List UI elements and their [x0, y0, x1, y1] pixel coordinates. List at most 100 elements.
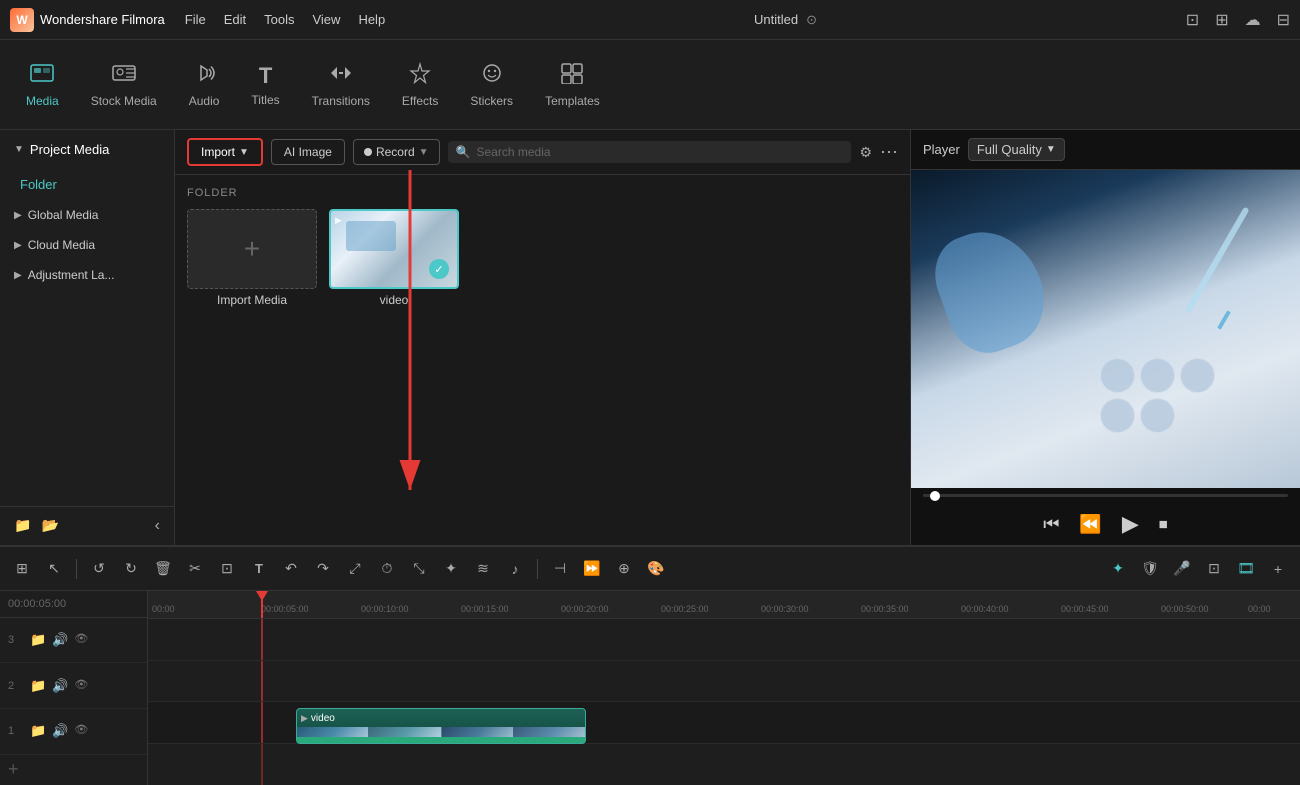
- add-track-button-side[interactable]: +: [0, 755, 147, 785]
- folder-section-label: FOLDER: [187, 187, 898, 199]
- captions-button[interactable]: ⊡: [1200, 555, 1228, 583]
- ruler-tick-10: 00:00:50:00: [1161, 604, 1209, 614]
- toolbar-templates[interactable]: Templates: [529, 54, 616, 116]
- redo-button[interactable]: ↻: [117, 555, 145, 583]
- color-button[interactable]: 🎨: [642, 555, 670, 583]
- sidebar-item-global-media[interactable]: ▶ Global Media: [0, 200, 174, 230]
- track-3-visibility-icon[interactable]: 👁: [74, 632, 88, 648]
- playhead-line: [261, 591, 263, 618]
- templates-label: Templates: [545, 94, 600, 108]
- track-2-visibility-icon[interactable]: 👁: [74, 678, 88, 694]
- effects-icon: [408, 62, 432, 90]
- text-button[interactable]: T: [245, 555, 273, 583]
- sidebar-collapse-arrow[interactable]: ▼: [14, 144, 24, 155]
- sidebar-item-cloud-media[interactable]: ▶ Cloud Media: [0, 230, 174, 260]
- add-track-button[interactable]: +: [1264, 555, 1292, 583]
- preview-header: Player Full Quality ▼: [911, 130, 1300, 170]
- play-button[interactable]: ▶: [1122, 511, 1139, 537]
- toolbar-audio[interactable]: Audio: [173, 54, 236, 116]
- cut-button[interactable]: ✂: [181, 555, 209, 583]
- delete-button[interactable]: 🗑: [149, 555, 177, 583]
- sidebar-item-folder[interactable]: Folder: [0, 169, 174, 200]
- crop-button[interactable]: ⊡: [213, 555, 241, 583]
- magic-wand-button[interactable]: ✦: [437, 555, 465, 583]
- toolbar-stickers[interactable]: Stickers: [454, 54, 529, 116]
- menu-file[interactable]: File: [185, 12, 206, 27]
- progress-thumb[interactable]: [930, 491, 940, 501]
- import-media-item[interactable]: + Import Media: [187, 209, 317, 307]
- audio-eq-button[interactable]: ♪: [501, 555, 529, 583]
- chevron-right-icon: ▶: [14, 210, 22, 221]
- tracks-area[interactable]: 00:00 00:00:05:00 00:00:10:00 00:00:15:0…: [148, 591, 1300, 785]
- video-clip[interactable]: ▶ video: [296, 708, 586, 744]
- import-folder-icon[interactable]: 📂: [41, 517, 58, 535]
- search-input[interactable]: [477, 145, 844, 159]
- grid-layout-icon[interactable]: ⊟: [1277, 10, 1290, 30]
- new-folder-icon[interactable]: 📁: [14, 517, 31, 535]
- menu-help[interactable]: Help: [358, 12, 385, 27]
- track1-playhead: [261, 702, 263, 743]
- track-2-folder-icon[interactable]: 📁: [30, 678, 46, 694]
- ruler-tick-0: 00:00: [152, 604, 175, 614]
- ai-tools-button[interactable]: ✦: [1104, 555, 1132, 583]
- speed-button[interactable]: ⏩: [578, 555, 606, 583]
- equalizer-button[interactable]: ≋: [469, 555, 497, 583]
- import-button[interactable]: Import ▼: [187, 138, 263, 166]
- track-row-3: [148, 619, 1300, 661]
- add-icon: +: [8, 759, 19, 780]
- frame-back-button[interactable]: ⏪: [1079, 514, 1101, 535]
- toolbar-effects[interactable]: Effects: [386, 54, 454, 116]
- toolbar-titles[interactable]: T Titles: [235, 55, 295, 115]
- app-name: Wondershare Filmora: [40, 12, 165, 27]
- video-media-item[interactable]: ✓ ▶ video: [329, 209, 459, 307]
- cursor-button[interactable]: ↖: [40, 555, 68, 583]
- track-1-audio-icon[interactable]: 🔊: [52, 723, 68, 739]
- stickers-icon: [480, 62, 504, 90]
- cloud-upload-icon[interactable]: ☁: [1245, 10, 1261, 30]
- split-button[interactable]: ⊣: [546, 555, 574, 583]
- menu-edit[interactable]: Edit: [224, 12, 246, 27]
- sidebar-collapse-button[interactable]: ‹: [155, 517, 160, 535]
- filmstrip-button[interactable]: 🎞: [1232, 555, 1260, 583]
- grid-items: + Import Media ✓ ▶ video: [187, 209, 898, 307]
- track-1-visibility-icon[interactable]: 👁: [74, 723, 88, 739]
- sidebar-item-adjustment-layers[interactable]: ▶ Adjustment La...: [0, 260, 174, 290]
- timeline: ⊞ ↖ ↺ ↻ 🗑 ✂ ⊡ T ↶ ↷ ⤢ ⏱ ⤡ ✦ ≋ ♪ ⊣ ⏩ ⊕ 🎨 …: [0, 545, 1300, 785]
- rotate-left-button[interactable]: ↶: [277, 555, 305, 583]
- menu-tools[interactable]: Tools: [264, 12, 294, 27]
- more-options-icon[interactable]: ⋯: [880, 142, 898, 163]
- filter-icon[interactable]: ⚙: [859, 144, 872, 161]
- media-label: Media: [26, 94, 59, 108]
- scene-view-button[interactable]: ⊞: [8, 555, 36, 583]
- track-1-folder-icon[interactable]: 📁: [30, 723, 46, 739]
- menu-view[interactable]: View: [312, 12, 340, 27]
- shield-button[interactable]: 🛡: [1136, 555, 1164, 583]
- undo-button[interactable]: ↺: [85, 555, 113, 583]
- progress-bar[interactable]: [923, 494, 1288, 497]
- monitor-icon[interactable]: ⊡: [1186, 10, 1199, 30]
- expand-button[interactable]: ⤡: [405, 555, 433, 583]
- ai-image-button[interactable]: AI Image: [271, 139, 345, 165]
- timer-button[interactable]: ⏱: [373, 555, 401, 583]
- quality-select[interactable]: Full Quality ▼: [968, 138, 1065, 161]
- record-button[interactable]: Record ▼: [353, 139, 440, 165]
- track-3-audio-icon[interactable]: 🔊: [52, 632, 68, 648]
- toolbar-stock-media[interactable]: Stock Media: [75, 54, 173, 116]
- logo-icon: W: [10, 8, 34, 32]
- toolbar-media[interactable]: Media: [10, 54, 75, 116]
- app-logo: W Wondershare Filmora: [10, 8, 165, 32]
- track-3-folder-icon[interactable]: 📁: [30, 632, 46, 648]
- track-2-audio-icon[interactable]: 🔊: [52, 678, 68, 694]
- stock-media-label: Stock Media: [91, 94, 157, 108]
- transform-button[interactable]: ⊕: [610, 555, 638, 583]
- rotate-right-button[interactable]: ↷: [309, 555, 337, 583]
- ruler-tick-2: 00:00:10:00: [361, 604, 409, 614]
- toolbar-transitions[interactable]: Transitions: [296, 54, 386, 116]
- skip-back-button[interactable]: ⏮: [1043, 514, 1059, 535]
- title-center: Untitled ⊙: [385, 12, 1186, 28]
- titlebar: W Wondershare Filmora File Edit Tools Vi…: [0, 0, 1300, 40]
- resize-button[interactable]: ⤢: [341, 555, 369, 583]
- layout-icon[interactable]: ⊞: [1215, 10, 1228, 30]
- mic-button[interactable]: 🎤: [1168, 555, 1196, 583]
- stop-button[interactable]: ⏹: [1159, 514, 1168, 535]
